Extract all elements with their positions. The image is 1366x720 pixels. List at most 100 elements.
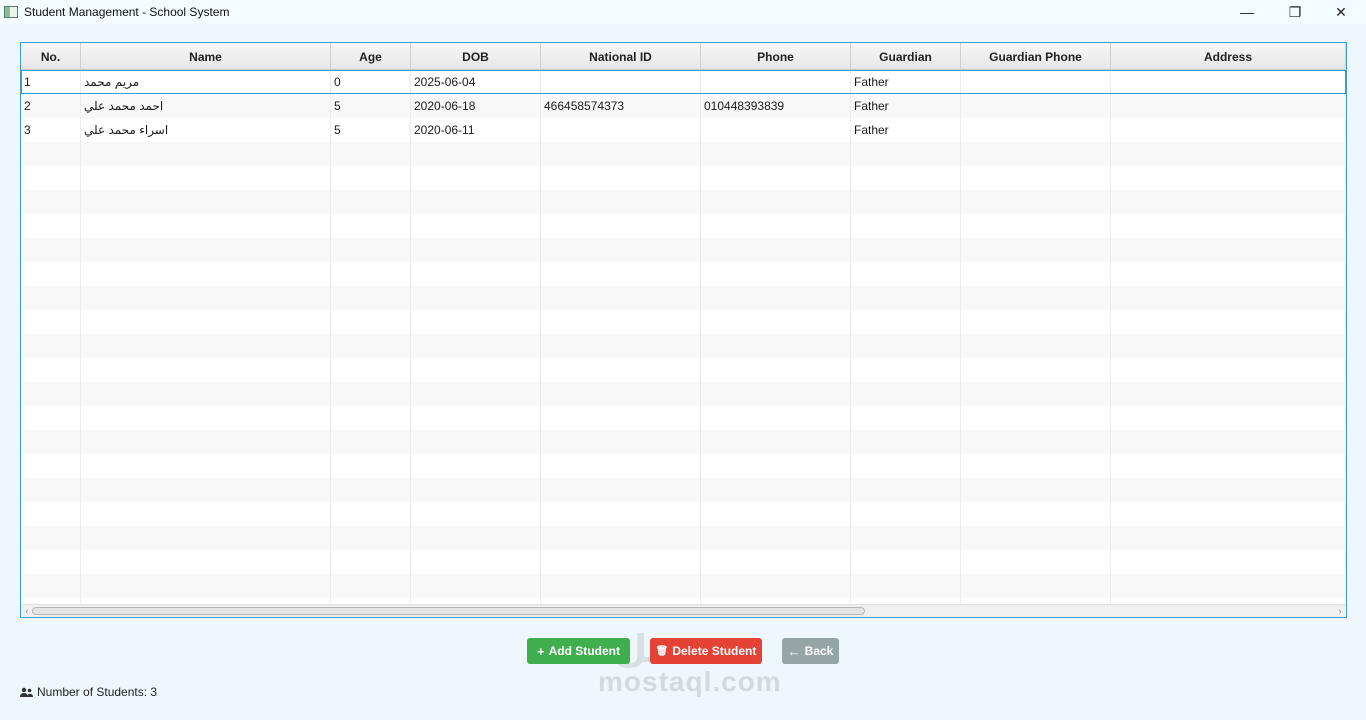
column-header-age[interactable]: Age [331, 43, 411, 70]
cell-guardian [851, 238, 961, 262]
empty-table-row[interactable] [21, 142, 1346, 166]
horizontal-scrollbar[interactable]: ‹ › [21, 604, 1346, 617]
cell-phone [701, 478, 851, 502]
empty-table-row[interactable] [21, 502, 1346, 526]
cell-guardian: Father [851, 94, 961, 118]
table-row[interactable]: 2 احمد محمد علي 5 2020-06-18 466458574373 010… [21, 94, 1346, 118]
close-button[interactable]: ✕ [1318, 0, 1364, 24]
app-icon [4, 6, 18, 18]
cell-guardian [851, 286, 961, 310]
empty-table-row[interactable] [21, 430, 1346, 454]
column-header-guardian[interactable]: Guardian [851, 43, 961, 70]
cell-age [331, 406, 411, 430]
cell-name [81, 358, 331, 382]
scroll-right-icon[interactable]: › [1334, 605, 1346, 617]
students-table[interactable]: No. Name Age DOB National ID Phone Guardian Gua… [20, 42, 1347, 618]
cell-dob [411, 502, 541, 526]
cell-age [331, 238, 411, 262]
empty-table-row[interactable] [21, 214, 1346, 238]
cell-phone [701, 358, 851, 382]
cell-guardian: Father [851, 70, 961, 94]
cell-dob [411, 574, 541, 598]
cell-name [81, 238, 331, 262]
cell-national-id [541, 142, 701, 166]
empty-table-row[interactable] [21, 478, 1346, 502]
delete-student-button[interactable]: 🗑 Delete Student [650, 638, 762, 664]
empty-table-row[interactable] [21, 358, 1346, 382]
cell-name: مريم محمد [81, 70, 331, 94]
table-header: No. Name Age DOB National ID Phone Guardian Gua… [21, 43, 1346, 70]
cell-phone [701, 166, 851, 190]
column-header-name[interactable]: Name [81, 43, 331, 70]
cell-phone [701, 430, 851, 454]
empty-table-row[interactable] [21, 550, 1346, 574]
empty-table-row[interactable] [21, 454, 1346, 478]
empty-table-row[interactable] [21, 190, 1346, 214]
cell-name [81, 334, 331, 358]
cell-no [21, 502, 81, 526]
empty-table-row[interactable] [21, 166, 1346, 190]
empty-table-row[interactable] [21, 238, 1346, 262]
empty-table-row[interactable] [21, 406, 1346, 430]
arrow-left-icon: ← [787, 643, 801, 659]
cell-guardian-phone [961, 238, 1111, 262]
column-header-phone[interactable]: Phone [701, 43, 851, 70]
empty-table-row[interactable] [21, 262, 1346, 286]
table-row[interactable]: 3 اسراء محمد علي 5 2020-06-11 Father [21, 118, 1346, 142]
cell-guardian-phone [961, 358, 1111, 382]
cell-national-id [541, 286, 701, 310]
watermark-text: mostaql.com [598, 666, 782, 697]
cell-age [331, 526, 411, 550]
cell-no [21, 526, 81, 550]
cell-guardian-phone [961, 70, 1111, 94]
cell-guardian [851, 574, 961, 598]
cell-age [331, 310, 411, 334]
cell-name [81, 190, 331, 214]
empty-table-row[interactable] [21, 310, 1346, 334]
cell-phone [701, 70, 851, 94]
cell-dob: 2020-06-11 [411, 118, 541, 142]
cell-guardian [851, 406, 961, 430]
column-header-guardian-phone[interactable]: Guardian Phone [961, 43, 1111, 70]
cell-phone [701, 214, 851, 238]
cell-dob: 2025-06-04 [411, 70, 541, 94]
cell-guardian-phone [961, 190, 1111, 214]
plus-icon: + [537, 643, 545, 659]
minimize-button[interactable]: — [1224, 0, 1270, 24]
cell-guardian-phone [961, 94, 1111, 118]
column-header-no[interactable]: No. [21, 43, 81, 70]
cell-no [21, 190, 81, 214]
empty-table-row[interactable] [21, 382, 1346, 406]
cell-address [1111, 430, 1346, 454]
column-header-national-id[interactable]: National ID [541, 43, 701, 70]
cell-guardian [851, 478, 961, 502]
cell-no [21, 430, 81, 454]
empty-table-row[interactable] [21, 286, 1346, 310]
cell-name [81, 550, 331, 574]
cell-no [21, 454, 81, 478]
cell-age [331, 262, 411, 286]
cell-guardian [851, 190, 961, 214]
column-header-dob[interactable]: DOB [411, 43, 541, 70]
maximize-button[interactable]: ❐ [1272, 0, 1318, 24]
table-row[interactable]: 1 مريم محمد 0 2025-06-04 Father [21, 70, 1346, 94]
empty-table-row[interactable] [21, 526, 1346, 550]
cell-address [1111, 526, 1346, 550]
add-student-button[interactable]: + Add Student [527, 638, 630, 664]
column-header-address[interactable]: Address [1111, 43, 1346, 70]
cell-address [1111, 550, 1346, 574]
scrollbar-thumb[interactable] [32, 607, 865, 615]
cell-phone [701, 502, 851, 526]
cell-national-id [541, 310, 701, 334]
table-body[interactable]: 1 مريم محمد 0 2025-06-04 Father 2 احمد محمد عل… [21, 70, 1346, 617]
cell-guardian-phone [961, 550, 1111, 574]
title-bar: Student Management - School System — ❐ ✕ [0, 0, 1366, 24]
student-count-text: Number of Students: 3 [37, 685, 158, 699]
back-button[interactable]: ← Back [782, 638, 839, 664]
cell-no [21, 142, 81, 166]
cell-address [1111, 142, 1346, 166]
empty-table-row[interactable] [21, 334, 1346, 358]
cell-national-id [541, 262, 701, 286]
cell-address [1111, 166, 1346, 190]
empty-table-row[interactable] [21, 574, 1346, 598]
